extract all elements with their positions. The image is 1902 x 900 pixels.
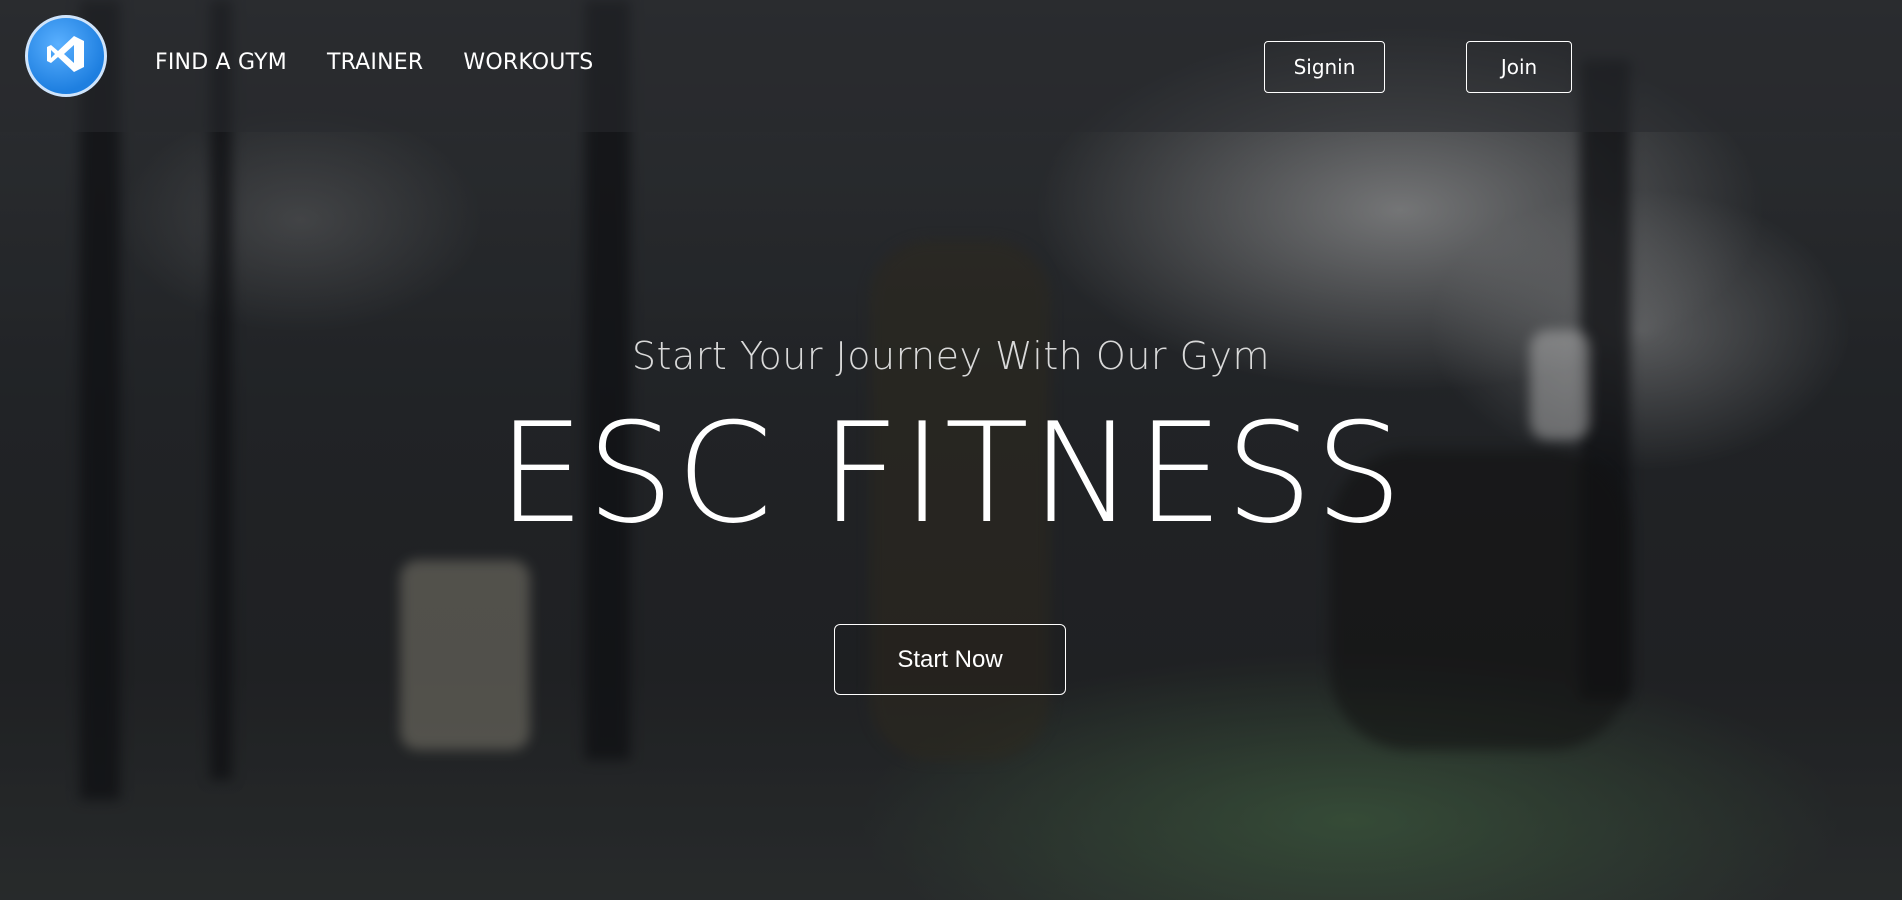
top-navbar: FIND A GYM TRAINER WORKOUTS Signin Join [0, 0, 1902, 132]
nav-link-workouts[interactable]: WORKOUTS [463, 50, 593, 75]
hero-tagline: Start Your Journey With Our Gym [631, 334, 1271, 378]
hero-section: FIND A GYM TRAINER WORKOUTS Signin Join … [0, 0, 1902, 900]
nav-link-find-a-gym[interactable]: FIND A GYM [155, 50, 287, 75]
signin-button[interactable]: Signin [1264, 41, 1385, 93]
join-button[interactable]: Join [1466, 41, 1572, 93]
hero-title: ESC FITNESS [497, 393, 1405, 554]
visual-studio-icon [43, 31, 89, 81]
nav-link-trainer[interactable]: TRAINER [327, 50, 423, 75]
start-now-button[interactable]: Start Now [834, 624, 1066, 695]
logo[interactable] [25, 15, 107, 97]
main-nav: FIND A GYM TRAINER WORKOUTS [155, 50, 593, 75]
